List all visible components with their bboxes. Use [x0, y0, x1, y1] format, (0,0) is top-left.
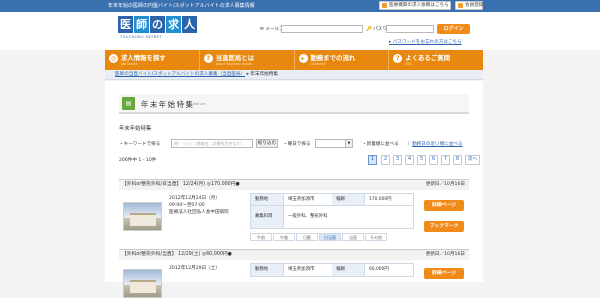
member-register-button[interactable]: 会員登録: [455, 1, 483, 10]
page-title-bar: ▤ 年末年始特集 feature: [119, 94, 469, 114]
job-card-header[interactable]: 【外科or整形外科/日当直】 12/24(月) ◎170,000円● 更新日／1…: [119, 180, 469, 190]
faq-icon: ?: [393, 54, 403, 63]
password-field[interactable]: [386, 25, 434, 33]
page-6[interactable]: 6: [429, 155, 438, 165]
email-field[interactable]: [281, 25, 363, 33]
page-7[interactable]: 7: [441, 155, 450, 165]
search-button[interactable]: 絞り込む: [256, 139, 278, 148]
page-3[interactable]: 3: [393, 155, 402, 165]
logo-subtitle: TOUCHOKU SKYNET: [120, 35, 163, 39]
hospital-photo[interactable]: [123, 202, 162, 231]
job-area: 埼玉県加須市: [288, 267, 315, 272]
section-title: 年末年始特集: [119, 126, 152, 132]
detail-button[interactable]: 詳細ページ: [424, 268, 464, 279]
job-department: 一般外科、整形外科: [288, 214, 328, 219]
job-pay: 170,000円: [369, 197, 392, 202]
day-label: ・曜日で探る: [283, 142, 311, 147]
page-8[interactable]: 8: [453, 155, 462, 165]
document-icon: ▤: [122, 97, 135, 110]
job-pay: 60,000円: [369, 267, 389, 272]
job-date: 2012年12月29日（土）: [169, 266, 220, 271]
sort-newest[interactable]: ・新着順に並べる: [362, 141, 399, 147]
question-icon: ?: [203, 54, 213, 63]
day-select[interactable]: ▼: [315, 139, 353, 148]
job-detail-table: 勤務地 埼玉県加須市 報酬 60,000円: [250, 263, 414, 277]
job-card: 【外科or整形外科/日当直】 12/24(月) ◎170,000円● 更新日／1…: [119, 179, 469, 245]
breadcrumb: 医師の当直バイト/スポットアルバイトの求人募集（当直医局） ▸ 年末年始特集: [105, 70, 483, 80]
nav-faq[interactable]: ? よくあるご質問 FAQ: [389, 50, 483, 70]
job-time: 09:00～翌07:00: [169, 203, 205, 208]
building-icon: [382, 3, 387, 8]
forgot-password-link[interactable]: ▸ パスワードをお忘れの方はこちら: [389, 39, 462, 45]
result-count: 206件中 1 - 10件: [119, 158, 157, 163]
nav-job-search[interactable]: ◎ 求人情報を探す Job Search: [105, 50, 200, 70]
hospital-photo[interactable]: [123, 269, 162, 298]
detail-button[interactable]: 詳細ページ: [424, 200, 464, 211]
hospital-request-button[interactable]: 医療機関の求人依頼はこちら: [379, 1, 451, 10]
page-title: 年末年始特集: [141, 100, 195, 109]
shift-tags: 午前 午後 日勤 日当直 当直 その他: [250, 233, 414, 241]
chevron-down-icon: ▼: [345, 140, 352, 147]
job-card: 【外科or整形外科/当直】 12/29(土) ◎60,000円● 更新日／10月…: [119, 249, 469, 298]
nav-about[interactable]: ? 当直医局とは About Touchoku Ikyoku: [200, 50, 295, 70]
keyword-label: ・キーワードで探る: [119, 142, 161, 147]
page-4[interactable]: 4: [405, 155, 414, 165]
job-card-header[interactable]: 【外科or整形外科/当直】 12/29(土) ◎60,000円● 更新日／10月…: [119, 250, 469, 260]
bookmark-button[interactable]: ブックマーク: [424, 221, 464, 232]
next-page-button[interactable]: 次へ: [465, 155, 480, 165]
keyword-search-input[interactable]: 例）○○○（地域名、診療科目名など）: [171, 139, 253, 148]
job-area: 埼玉県加須市: [288, 197, 315, 202]
search-icon: ◎: [109, 54, 118, 63]
sort-date-nearest[interactable]: ｜ 勤務日の近い順に並べる: [406, 141, 463, 147]
site-tagline: 年末年始の医師の円盤バイト/スポットアルバイトの求人募集情報: [108, 3, 255, 9]
updated-date: 更新日／10月16日: [425, 182, 465, 187]
person-icon: [458, 3, 463, 8]
job-detail-table: 勤務地 埼玉県加須市 報酬 170,000円 募集科目 一般外科、整形外科: [250, 193, 414, 229]
site-logo[interactable]: 医 師 の 求 人 TOUCHOKU SKYNET: [118, 16, 200, 41]
updated-date: 更新日／10月16日: [425, 252, 465, 257]
hospital-name[interactable]: 医療法人社団弘人会中田病院: [169, 209, 245, 216]
page-2[interactable]: 2: [381, 155, 390, 165]
login-button[interactable]: ログイン: [437, 24, 470, 34]
main-content: ▤ 年末年始特集 feature 年末年始特集 ・キーワードで探る 例）○○○（…: [105, 81, 483, 298]
breadcrumb-home[interactable]: 医師の当直バイト/スポットアルバイトの求人募集（当直医局）: [115, 72, 245, 77]
job-date: 2012年12月24日（月）: [169, 196, 220, 201]
page-1[interactable]: 1: [368, 155, 377, 165]
arrow-icon: ▸: [298, 54, 308, 63]
breadcrumb-current: 年末年始特集: [250, 72, 278, 77]
top-bar: 年末年始の医師の円盤バイト/スポットアルバイトの求人募集情報 医療機関の求人依頼…: [0, 0, 600, 12]
page-5[interactable]: 5: [417, 155, 426, 165]
main-nav: ◎ 求人情報を探す Job Search ? 当直医局とは About Touc…: [105, 50, 483, 70]
nav-guidance[interactable]: ▸ 勤務までの流れ Guidance: [295, 50, 390, 70]
page-title-sub: feature: [193, 102, 206, 106]
